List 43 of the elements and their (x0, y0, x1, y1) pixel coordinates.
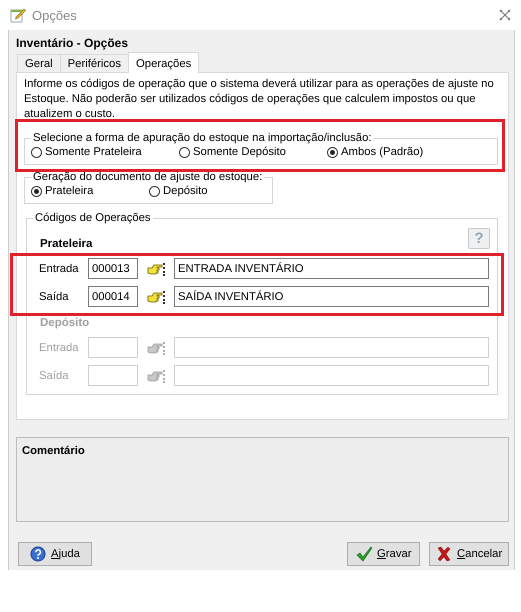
help-button[interactable]: Ajuda (18, 542, 92, 566)
radio-button[interactable] (327, 146, 338, 158)
description-field[interactable]: ENTRADA INVENTÁRIO (174, 258, 489, 279)
radio-button[interactable] (179, 146, 190, 158)
cross-icon (436, 546, 452, 562)
field-label: Entrada (38, 342, 80, 354)
check-icon (356, 546, 372, 562)
radio-button[interactable] (149, 186, 160, 196)
code-field[interactable]: 000013 (88, 258, 138, 279)
pointing-hand-icon[interactable] (147, 262, 166, 276)
code-field[interactable]: 000014 (88, 286, 138, 307)
window-title: Opções (32, 8, 78, 22)
radio-option[interactable]: Depósito (149, 185, 208, 197)
group-label: Códigos de Operações (34, 212, 152, 224)
code-field (88, 337, 138, 358)
field-label: Saída (38, 370, 70, 382)
radio-option[interactable]: Ambos (Padrão) (327, 146, 424, 158)
cancel-button[interactable]: Cancelar (429, 542, 509, 566)
pointing-hand-icon (147, 340, 166, 354)
section-heading: Depósito (40, 317, 90, 331)
section-heading: Prateleira (40, 238, 92, 252)
pointing-hand-icon[interactable] (147, 290, 166, 304)
tab[interactable]: Geral (17, 54, 61, 72)
field-label: Saída (38, 290, 70, 302)
instructions-text: Informe os códigos de operação que o sistema deverá utilizar para as operações de ajuste no Estoque. Não poderão ser utilizados códigos de operações que calculem impostos ou que atualizem o custo. (24, 77, 495, 122)
description-field[interactable]: SAÍDA INVENTÁRIO (174, 286, 489, 307)
comment-title: Comentário (22, 445, 86, 457)
radio-option[interactable]: Somente Depósito (179, 146, 327, 158)
code-field (88, 365, 138, 386)
close-icon[interactable] (499, 9, 511, 21)
pointing-hand-icon (147, 368, 166, 382)
group-label: Selecione a forma de apuração do estoque na importação/inclusão: (32, 132, 372, 144)
group-label: Geração do documento de ajuste do estoque: (32, 171, 264, 183)
tab[interactable]: Operações (128, 52, 200, 73)
save-button[interactable]: Gravar (347, 542, 420, 566)
radio-button[interactable] (31, 186, 42, 196)
field-label: Entrada (38, 262, 80, 274)
dialog-heading: Inventário - Opções (16, 36, 130, 51)
notepad-icon (10, 7, 26, 23)
radio-option[interactable]: Prateleira (31, 185, 149, 197)
radio-button[interactable] (31, 146, 42, 158)
radio-option[interactable]: Somente Prateleira (31, 146, 179, 158)
help-icon (30, 546, 46, 562)
